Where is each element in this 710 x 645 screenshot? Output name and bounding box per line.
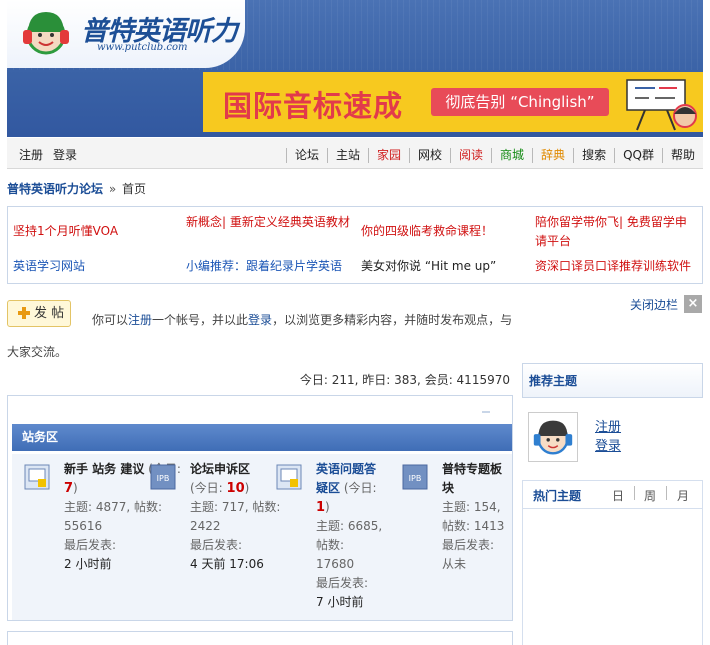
forum-last-post[interactable]: 4 天前 17:06 (190, 555, 310, 574)
board-section: 站务区 新手 站务 建议 (今日: 7) 主题: 4877, 帖数: 55616… (7, 395, 513, 621)
forum-topic-stats: 主题: 717, 帖数: 2422 (190, 500, 281, 533)
hot-topics-header: 热门主题 日 周 月 (523, 481, 702, 509)
intro-register-link[interactable]: 注册 (128, 313, 152, 327)
forum-today-count: 1 (316, 500, 326, 515)
nav-item-forum[interactable]: 论坛 (285, 147, 327, 163)
top-navbar: 注册 登录 论坛 主站 家园 网校 阅读 商城 辞典 搜索 QQ群 帮助 (7, 138, 703, 169)
promo-link[interactable]: 小编推荐：跟着纪录片学英语 (186, 257, 356, 276)
new-post-label: 发 帖 (34, 306, 65, 321)
guest-intro-text: 你可以注册一个帐号，并以此登录，以浏览更多精彩内容，并随时发布观点，与大家交流。 (7, 304, 517, 368)
svg-text:IPB: IPB (157, 474, 170, 483)
logo-url: www.putclub.com (97, 42, 188, 53)
nav-register-link[interactable]: 注册 (19, 146, 43, 163)
nav-item-main-site[interactable]: 主站 (326, 147, 368, 163)
forum-last-label: 最后发表: (316, 576, 369, 590)
banner-title: 国际音标速成 (223, 89, 404, 123)
forum-topic-stats: 主题: 6685, 帖数: 17680 (316, 519, 383, 571)
intro-text: 你可以 (92, 313, 129, 327)
hot-tab-day[interactable]: 日 (612, 487, 624, 504)
promo-link[interactable]: 美女对你说 “Hit me up” (361, 257, 531, 276)
forum-today-suffix: ) (73, 481, 78, 495)
promo-link[interactable]: 资深口译员口译推荐训练软件 (535, 257, 700, 276)
forum-today-suffix: ) (244, 481, 250, 495)
nav-item-qq-group[interactable]: QQ群 (614, 147, 662, 163)
banner-slogan: 彻底告别 “Chinglish” (431, 88, 609, 116)
collapse-toggle[interactable] (482, 411, 490, 413)
nav-item-school[interactable]: 网校 (409, 147, 450, 163)
hot-tab-week[interactable]: 周 (644, 487, 656, 504)
forum-last-label: 最后发表: (442, 538, 495, 552)
hot-topics-box: 热门主题 日 周 月 (522, 480, 703, 645)
promo-links-box: 坚持1个月听懂VOA 新概念| 重新定义经典英语教材 你的四级临考救命课程！ 陪… (7, 206, 703, 284)
nav-menu: 论坛 主站 家园 网校 阅读 商城 辞典 搜索 QQ群 帮助 (285, 138, 703, 169)
forum-ipb-icon: IPB (402, 464, 428, 490)
headphone-kid-logo-icon (23, 12, 69, 55)
sidebar-login-link[interactable]: 登录 (595, 435, 621, 454)
promo-link[interactable]: 陪你留学带你飞| 免费留学申请平台 (535, 213, 695, 251)
nav-item-dictionary[interactable]: 辞典 (532, 147, 573, 163)
avatar[interactable] (528, 412, 578, 462)
forum-last-post[interactable]: 2 小时前 (64, 555, 184, 574)
breadcrumb-separator: » (108, 182, 117, 196)
forum-topic-stats: 主题: 4877, 帖数: 55616 (64, 500, 163, 533)
sidebar-user-box: 注册 登录 (522, 405, 703, 475)
forum-today-label: (今日: (190, 481, 227, 495)
intro-text: 一个帐号，并以此 (152, 313, 249, 327)
hot-tab-month[interactable]: 月 (677, 487, 689, 504)
svg-text:IPB: IPB (409, 474, 422, 483)
nav-item-store[interactable]: 商城 (491, 147, 532, 163)
nav-item-search[interactable]: 搜索 (573, 147, 614, 163)
forum-folder-icon (276, 464, 302, 490)
ad-banner-phonetics[interactable]: 国际音标速成 彻底告别 “Chinglish” (203, 72, 703, 132)
forum-topic-stats: 主题: 154, 帖数: 1413 (442, 500, 505, 533)
forum-folder-icon (24, 464, 50, 490)
forum-item[interactable]: 英语问题答疑区 (今日: 1) 主题: 6685, 帖数: 17680 最后发表… (316, 460, 384, 612)
forum-today-count: 7 (64, 481, 74, 496)
nav-item-help[interactable]: 帮助 (661, 147, 703, 163)
tab-divider (666, 486, 667, 500)
board-section-next (7, 631, 513, 645)
promo-link[interactable]: 英语学习网站 (13, 257, 178, 276)
sidebar-register-link[interactable]: 注册 (595, 416, 621, 435)
site-header: 普特英语听力 www.putclub.com 国际音标速成 彻底告别 “Chin… (7, 0, 703, 137)
breadcrumb-forum-link[interactable]: 普特英语听力论坛 (7, 182, 103, 196)
breadcrumb-current: 首页 (122, 182, 147, 196)
forum-today-label: (今日: (340, 481, 377, 495)
forum-last-post[interactable]: 7 小时前 (316, 593, 384, 612)
site-logo[interactable]: 普特英语听力 www.putclub.com (7, 0, 245, 68)
intro-login-link[interactable]: 登录 (248, 313, 272, 327)
close-sidebar-link[interactable]: 关闭边栏 (630, 296, 678, 313)
recommended-topics-box: 推荐主题 (522, 363, 703, 398)
forum-today-count: 10 (226, 481, 245, 496)
board-forums: 新手 站务 建议 (今日: 7) 主题: 4877, 帖数: 55616 最后发… (12, 454, 512, 620)
hot-topics-title: 热门主题 (533, 489, 582, 503)
promo-link[interactable]: 新概念| 重新定义经典英语教材 (186, 213, 356, 232)
forum-name[interactable]: 论坛申诉区 (190, 462, 250, 476)
forum-stats: 今日: 211, 昨日: 383, 会员: 4115970 (299, 373, 510, 387)
forum-today-suffix: ) (325, 500, 330, 514)
forum-last-post: 从未 (442, 557, 467, 571)
forum-name[interactable]: 普特专题板块 (442, 462, 502, 495)
board-section-title[interactable]: 站务区 (12, 424, 512, 451)
nav-login-link[interactable]: 登录 (53, 146, 77, 163)
promo-link[interactable]: 你的四级临考救命课程！ (361, 222, 531, 241)
nav-item-reading[interactable]: 阅读 (450, 147, 491, 163)
new-post-button[interactable]: 发 帖 (7, 300, 71, 327)
plus-icon (18, 307, 30, 319)
recommended-topics-title: 推荐主题 (529, 374, 578, 388)
forum-ipb-icon: IPB (150, 464, 176, 490)
promo-link[interactable]: 坚持1个月听懂VOA (13, 222, 178, 241)
close-icon[interactable]: × (684, 295, 702, 313)
forum-item[interactable]: 普特专题板块 主题: 154, 帖数: 1413 最后发表: 从未 (442, 460, 512, 574)
tab-divider (634, 486, 635, 500)
forum-last-label: 最后发表: (64, 538, 117, 552)
forum-last-label: 最后发表: (190, 538, 243, 552)
teacher-whiteboard-icon (626, 79, 697, 131)
nav-item-home[interactable]: 家园 (367, 147, 409, 163)
breadcrumb: 普特英语听力论坛 » 首页 (7, 180, 146, 197)
forum-name[interactable]: 新手 站务 建议 (64, 462, 144, 476)
